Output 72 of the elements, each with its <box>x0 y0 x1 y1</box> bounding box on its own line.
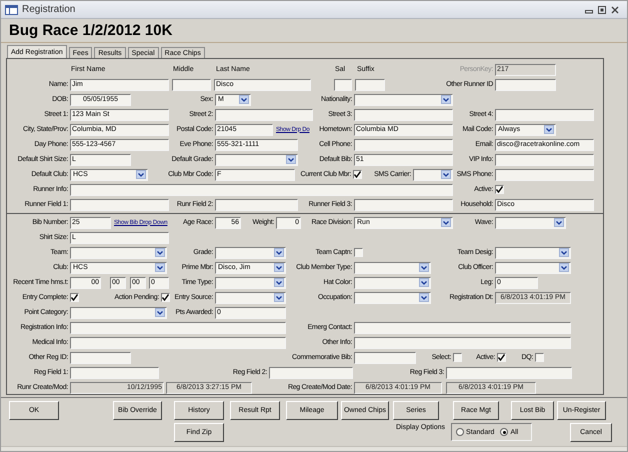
dropdown[interactable] <box>215 292 286 304</box>
text-field[interactable] <box>70 352 131 364</box>
chevron-down-icon[interactable] <box>239 95 249 104</box>
maximize-icon[interactable] <box>598 6 606 14</box>
checkbox[interactable] <box>453 353 462 362</box>
text-field[interactable] <box>495 154 594 166</box>
text-field[interactable] <box>495 168 594 180</box>
radio-button[interactable] <box>500 428 508 436</box>
text-field[interactable] <box>70 336 286 348</box>
chevron-down-icon[interactable] <box>136 170 146 179</box>
chevron-down-icon[interactable] <box>419 293 429 302</box>
dropdown[interactable] <box>495 216 566 228</box>
chevron-down-icon[interactable] <box>274 278 284 287</box>
text-field[interactable] <box>172 78 211 90</box>
text-field[interactable] <box>495 78 556 90</box>
text-field[interactable] <box>70 322 286 334</box>
close-icon[interactable] <box>611 6 619 14</box>
chevron-down-icon[interactable] <box>419 278 429 287</box>
text-field[interactable] <box>334 78 352 90</box>
table-icon <box>5 4 18 14</box>
text-field[interactable] <box>269 366 353 378</box>
text-field[interactable] <box>495 108 594 120</box>
chevron-down-icon[interactable] <box>155 263 165 272</box>
text-field[interactable] <box>355 78 385 90</box>
dropdown[interactable] <box>413 168 453 180</box>
window-title: Registration <box>22 4 76 14</box>
chevron-down-icon[interactable] <box>274 293 284 302</box>
checkbox[interactable] <box>354 248 363 257</box>
text-field[interactable] <box>354 108 453 120</box>
dropdown[interactable] <box>215 246 286 258</box>
chevron-down-icon[interactable] <box>286 155 296 164</box>
dropdown[interactable] <box>70 246 167 258</box>
chevron-down-icon[interactable] <box>544 125 554 134</box>
chevron-down-icon[interactable] <box>559 248 569 257</box>
dropdown[interactable] <box>70 306 167 318</box>
dropdown[interactable] <box>354 94 453 106</box>
text-field[interactable] <box>70 366 159 378</box>
dropdown[interactable] <box>495 262 571 274</box>
text-field[interactable] <box>70 198 169 210</box>
checkbox[interactable] <box>70 293 79 302</box>
chevron-down-icon[interactable] <box>155 248 165 257</box>
dropdown[interactable] <box>215 276 286 288</box>
chevron-down-icon[interactable] <box>441 218 451 227</box>
chevron-down-icon[interactable] <box>155 308 165 317</box>
checkbox[interactable] <box>353 170 362 179</box>
checkbox[interactable] <box>161 293 170 302</box>
text-field[interactable] <box>70 184 453 196</box>
text-field[interactable] <box>446 366 572 378</box>
text-field[interactable] <box>354 198 453 210</box>
dropdown[interactable] <box>495 246 571 258</box>
chevron-down-icon[interactable] <box>274 248 284 257</box>
text-field[interactable] <box>354 336 571 348</box>
text-field[interactable] <box>215 108 313 120</box>
chevron-down-icon[interactable] <box>419 263 429 272</box>
chevron-down-icon[interactable] <box>559 263 569 272</box>
chevron-down-icon[interactable] <box>274 263 284 272</box>
checkbox[interactable] <box>535 353 544 362</box>
text-field[interactable] <box>354 322 571 334</box>
checkbox[interactable] <box>495 185 504 194</box>
dropdown[interactable] <box>215 154 298 166</box>
dropdown[interactable] <box>354 276 431 288</box>
text-field[interactable] <box>354 138 453 150</box>
text-field[interactable] <box>215 198 298 210</box>
dropdown[interactable] <box>354 262 431 274</box>
chevron-down-icon[interactable] <box>441 170 451 179</box>
chevron-down-icon[interactable] <box>441 95 451 104</box>
text-field[interactable] <box>354 352 416 364</box>
chevron-down-icon[interactable] <box>554 218 564 227</box>
radio-button[interactable] <box>456 428 464 436</box>
dropdown[interactable] <box>354 292 431 304</box>
race-title: Bug Race 1/2/2012 10K <box>9 23 172 38</box>
checkbox[interactable] <box>497 353 506 362</box>
